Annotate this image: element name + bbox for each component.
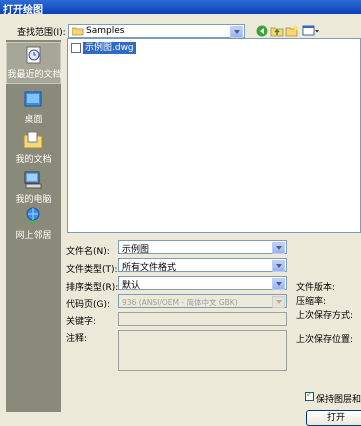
network-icon [26,207,40,224]
look-in-label: 查找范围(I): [17,28,66,38]
place-label: 网上邻居 [15,231,52,241]
keep-layers-checkbox[interactable] [305,390,314,401]
codepage-value: 936 (ANSI/OEM - 简体中文 GBK) [122,298,238,307]
place-label: 桌面 [24,115,43,125]
chevron-down-icon[interactable] [272,242,285,254]
place-label: 我的文档 [15,155,52,165]
comments-textarea[interactable] [118,330,287,371]
title-bar: 打开绘图 [0,0,361,16]
up-folder-icon[interactable] [270,25,284,37]
folder-icon [72,27,84,36]
keywords-label: 关键字: [66,317,97,327]
new-folder-icon[interactable] [285,25,299,37]
sort-dropdown[interactable]: 默认 [118,276,287,291]
place-my-documents[interactable]: 我的文档 [6,128,61,170]
desktop-icon [24,91,42,107]
places-bar: 我最近的文档 桌面 我的文档 我的电脑 网上邻居 [6,40,62,412]
keywords-input[interactable] [118,312,287,326]
chevron-down-icon [272,296,285,308]
place-network[interactable]: 网上邻居 [6,204,61,246]
views-menu-icon[interactable] [302,25,320,37]
filetype-label: 文件类型(T): [66,265,118,275]
look-in-value: Samples [86,26,125,36]
filename-value: 示例图 [122,245,150,255]
file-list[interactable]: 示例图.dwg [67,38,361,233]
keep-layers-label: 保持图层和顶 [316,395,361,405]
chevron-down-icon[interactable] [272,260,285,272]
look-in-dropdown[interactable]: Samples [68,24,245,38]
file-name: 示例图.dwg [83,42,136,54]
place-desktop[interactable]: 桌面 [6,88,61,130]
filetype-dropdown[interactable]: 所有文件格式 [118,258,287,273]
place-recent-docs[interactable]: 我最近的文档 [6,42,62,84]
my-computer-icon [24,171,42,189]
last-save-location-label: 上次保存位置: [296,335,354,345]
sort-value: 默认 [122,281,141,291]
compression-label: 压缩率: [296,297,327,307]
comments-label: 注释: [66,334,88,344]
dwg-file-icon [71,43,81,53]
file-version-label: 文件版本: [296,283,336,293]
my-documents-icon [23,131,43,149]
chevron-down-icon[interactable] [230,26,243,38]
back-icon[interactable] [255,25,269,37]
place-label: 我最近的文档 [7,70,62,80]
last-save-method-label: 上次保存方式: [296,311,354,321]
filetype-value: 所有文件格式 [122,263,177,273]
window-title: 打开绘图 [3,5,43,16]
filename-label: 文件名(N): [66,247,110,257]
codepage-label: 代码页(G): [66,300,111,310]
codepage-dropdown: 936 (ANSI/OEM - 简体中文 GBK) [118,294,287,308]
sort-label: 排序类型(R): [66,283,119,293]
recent-docs-icon [26,46,41,64]
chevron-down-icon[interactable] [272,278,285,290]
open-button-label: 打开 [326,413,345,423]
filename-input[interactable]: 示例图 [118,240,287,255]
